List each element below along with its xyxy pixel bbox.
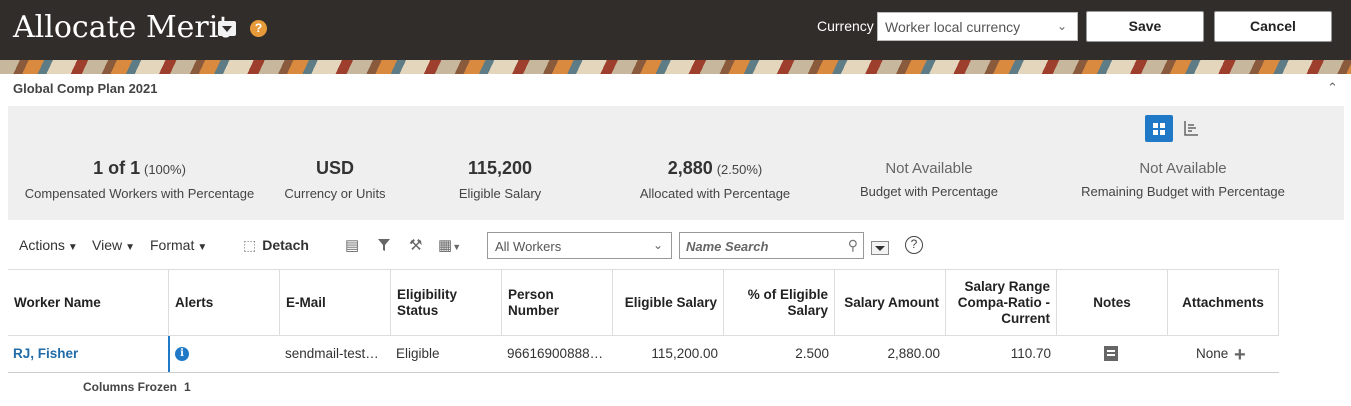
currency-select-value: Worker local currency [885,19,1021,35]
person-number-cell: 96616900888… [507,346,604,361]
metric-value: Not Available [1139,160,1227,177]
name-search-input[interactable]: Name Search ⚲ [679,232,864,259]
info-icon[interactable]: i [175,347,189,361]
cancel-button[interactable]: Cancel [1214,11,1332,42]
metric-currency: USD Currency or Units [275,158,395,201]
metric-remaining-budget: Not Available Remaining Budget with Perc… [1068,160,1298,199]
metric-value: USD [315,158,354,178]
plan-title: Global Comp Plan 2021 [13,81,158,96]
actions-label: Actions [19,237,65,253]
metric-label: Remaining Budget with Percentage [1081,184,1285,199]
eligibility-cell: Eligible [396,346,440,361]
column-header-compa-ratio[interactable]: Salary Range Compa-Ratio - Current [946,270,1057,336]
caret-down-icon: ▼ [125,242,135,253]
save-button[interactable]: Save [1086,11,1204,42]
metric-eligible-salary: 115,200 Eligible Salary [440,158,560,201]
currency-select[interactable]: Worker local currency ⌄ [877,12,1078,41]
salary-amount-cell[interactable]: 2,880.00 [835,346,940,361]
column-header-eligibility-status[interactable]: Eligibility Status [391,270,502,336]
columns-frozen-label: Columns Frozen [83,380,178,394]
column-header-email[interactable]: E-Mail [280,270,391,336]
metric-value: Not Available [885,160,973,177]
email-cell: sendmail-test… [285,346,379,361]
metric-percent: (100%) [143,162,186,177]
title-dropdown-icon[interactable] [218,21,236,36]
add-note-icon[interactable] [1104,346,1118,361]
help-icon[interactable]: ? [250,20,267,37]
metric-label: Budget with Percentage [859,184,999,199]
attachments-cell: None [1196,346,1229,361]
metric-percent: (2.50%) [716,162,763,177]
metric-label: Compensated Workers with Percentage [24,186,255,201]
caret-down-icon: ▼ [67,242,78,253]
row-bottom-border [8,372,1279,373]
tools-icon[interactable]: ⚒ [409,236,422,254]
detach-label: Detach [262,237,309,253]
detach-button[interactable]: ⬚ Detach [243,237,309,254]
worker-name-link[interactable]: RJ, Fisher [13,346,163,361]
columns-icon[interactable]: ▦▼ [438,236,461,254]
chevron-up-icon[interactable]: ⌃ [1327,80,1338,96]
eligible-salary-cell: 115,200.00 [651,346,718,361]
caret-down-icon: ▼ [197,242,208,253]
worker-filter-select[interactable]: All Workers ⌄ [487,232,672,259]
column-header-person-number[interactable]: Person Number [502,270,613,336]
metric-label: Allocated with Percentage [639,186,791,201]
column-header-notes[interactable]: Notes [1057,270,1168,336]
frozen-column-divider [168,336,170,373]
metric-value: 115,200 [467,158,533,178]
metric-value: 1 of 1 [93,158,141,178]
metric-budget: Not Available Budget with Percentage [840,160,1018,199]
chevron-down-icon: ⌄ [1056,19,1067,33]
filter-icon[interactable] [377,238,391,252]
grid-view-icon[interactable] [1145,115,1173,142]
column-header-eligible-salary[interactable]: Eligible Salary [613,270,724,336]
metric-allocated: 2,880 (2.50%) Allocated with Percentage [620,158,810,201]
metric-label: Currency or Units [284,186,386,201]
columns-frozen-value: 1 [184,380,191,394]
search-placeholder: Name Search [686,239,769,254]
print-icon[interactable]: ▤ [345,236,359,254]
actions-menu[interactable]: Actions ▼ [19,237,78,253]
decorative-banner [0,60,1351,74]
chart-view-icon[interactable] [1183,120,1199,136]
pct-eligible-cell[interactable]: 2.500 [724,346,829,361]
add-attachment-icon[interactable]: + [1234,345,1246,365]
page-title: Allocate Merit [13,10,231,45]
currency-label: Currency [817,18,874,34]
metric-value: 2,880 [667,158,713,178]
column-header-salary-amount[interactable]: Salary Amount [835,270,946,336]
search-icon[interactable]: ⚲ [848,237,858,254]
chevron-down-icon: ⌄ [652,238,663,252]
header-bottom-border [8,335,1279,336]
compa-ratio-cell: 110.70 [1010,346,1051,361]
caret-down-icon: ▼ [452,242,462,252]
column-header-attachments[interactable]: Attachments [1168,270,1279,336]
view-menu[interactable]: View ▼ [92,237,135,253]
help-icon[interactable]: ? [905,236,923,254]
column-header-alerts[interactable]: Alerts [169,270,280,336]
metric-compensated-workers: 1 of 1 (100%) Compensated Workers with P… [18,158,261,201]
search-options-dropdown[interactable] [871,241,889,255]
format-menu[interactable]: Format ▼ [150,237,207,253]
metric-label: Eligible Salary [458,186,542,201]
format-label: Format [150,237,195,253]
view-label: View [92,237,123,253]
worker-filter-value: All Workers [495,239,562,254]
detach-icon: ⬚ [243,237,257,253]
column-header-pct-eligible-salary[interactable]: % of Eligible Salary [724,270,835,336]
column-header-worker-name[interactable]: Worker Name [8,270,169,336]
